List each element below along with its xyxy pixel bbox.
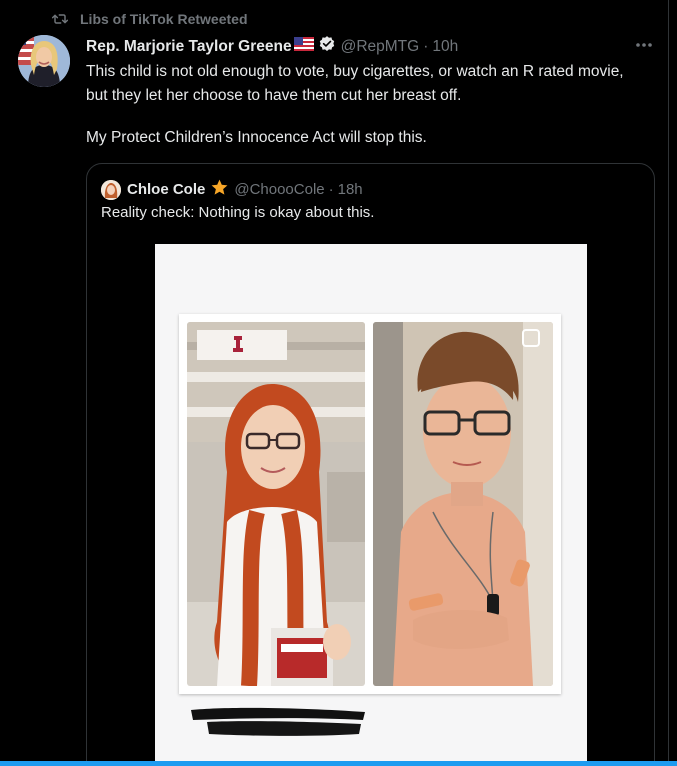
tweet-timeline: Libs of TikTok Retweeted Rep. Marjorie T… bbox=[0, 0, 677, 766]
photo-before bbox=[187, 322, 365, 686]
retweet-icon bbox=[52, 12, 68, 26]
more-options-icon[interactable] bbox=[633, 36, 655, 54]
tweet-text-paragraph-1: This child is not old enough to vote, bu… bbox=[86, 63, 624, 104]
retweet-context[interactable]: Libs of TikTok Retweeted bbox=[52, 11, 248, 27]
photo-after bbox=[373, 322, 553, 686]
author-handle[interactable]: @RepMTG bbox=[341, 38, 420, 56]
quoted-author-name[interactable]: Chloe Cole bbox=[127, 181, 205, 198]
quoted-separator-dot: · bbox=[328, 181, 334, 198]
accent-bar bbox=[0, 761, 677, 766]
separator-dot: · bbox=[423, 37, 429, 55]
star-icon bbox=[210, 178, 229, 201]
tweet-timestamp[interactable]: 10h bbox=[432, 38, 458, 56]
retweet-label: Libs of TikTok Retweeted bbox=[80, 11, 248, 27]
timeline-divider bbox=[668, 0, 669, 766]
quoted-timestamp[interactable]: 18h bbox=[338, 181, 363, 198]
tweet-body: This child is not old enough to vote, bu… bbox=[86, 60, 646, 150]
tweet-text-paragraph-2: My Protect Children’s Innocence Act will… bbox=[86, 129, 427, 146]
quoted-author-avatar[interactable] bbox=[101, 179, 121, 200]
us-flag-icon bbox=[293, 37, 314, 56]
verified-badge-icon[interactable] bbox=[318, 35, 336, 58]
quoted-author-handle[interactable]: @ChoooCole bbox=[234, 181, 324, 198]
author-avatar[interactable] bbox=[18, 35, 70, 87]
quoted-tweet-media[interactable] bbox=[155, 244, 587, 766]
quoted-tweet-text: Reality check: Nothing is okay about thi… bbox=[101, 204, 375, 221]
tweet-header: Rep. Marjorie Taylor Greene @RepMTG · 10… bbox=[86, 35, 458, 58]
quoted-tweet-header: Chloe Cole @ChoooCole · 18h bbox=[101, 178, 363, 201]
redacted-caption bbox=[189, 704, 369, 745]
author-name[interactable]: Rep. Marjorie Taylor Greene bbox=[86, 38, 292, 56]
quoted-tweet-card[interactable]: Chloe Cole @ChoooCole · 18h Reality chec… bbox=[86, 163, 655, 766]
photo-collage bbox=[179, 314, 561, 694]
